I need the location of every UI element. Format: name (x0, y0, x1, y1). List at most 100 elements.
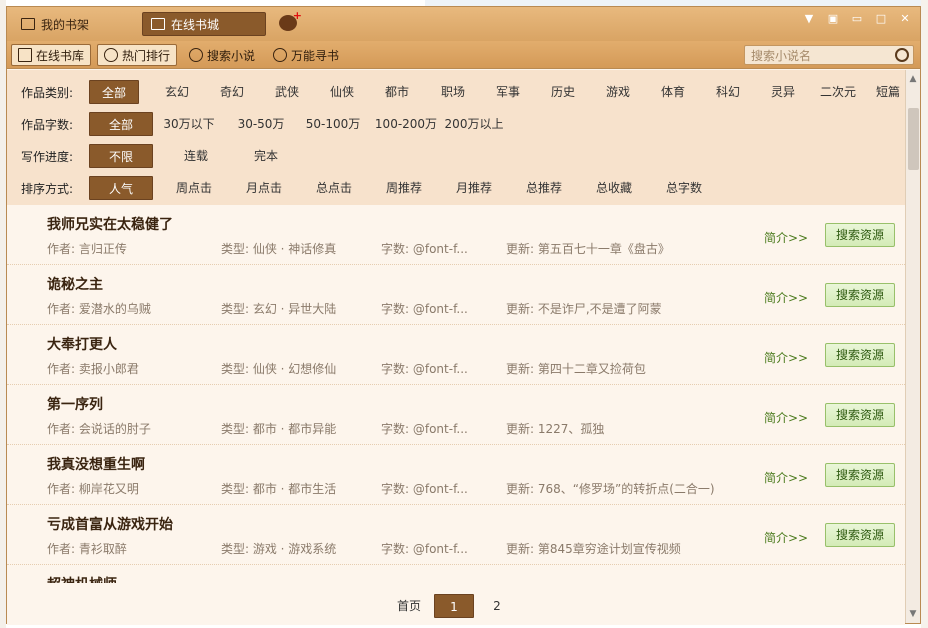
filter-option-category[interactable]: 武侠 (267, 80, 307, 104)
hot-ranking-button[interactable]: 热门排行 (97, 44, 178, 66)
reader-window: 我的书架 在线书城 ▼ ▣ ▭ □ ✕ 在线书库 热门排行 搜索小说 (6, 6, 921, 625)
book-title[interactable]: 诡秘之主 (47, 274, 103, 294)
book-author: 作者: 言归正传 (47, 242, 127, 256)
book-type: 类型: 游戏 · 游戏系统 (221, 542, 337, 556)
search-resource-button[interactable]: 搜索资源 (825, 343, 895, 367)
page-first[interactable]: 首页 (389, 594, 429, 618)
book-type: 类型: 都市 · 都市生活 (221, 482, 337, 496)
filter-option-wordcount[interactable]: 全部 (89, 112, 153, 136)
skin-icon[interactable]: ▣ (824, 11, 842, 27)
filter-option-wordcount[interactable]: 30-50万 (233, 112, 289, 136)
filter-option-wordcount[interactable]: 30万以下 (161, 112, 217, 136)
filter-option-category[interactable]: 游戏 (598, 80, 638, 104)
filter-option-progress[interactable]: 不限 (89, 144, 153, 168)
intro-link[interactable]: 简介>> (764, 409, 808, 426)
filter-option-category[interactable]: 仙侠 (322, 80, 362, 104)
filter-label-category: 作品类别: (21, 85, 74, 100)
filter-option-sort[interactable]: 人气 (89, 176, 153, 200)
book-words: 字数: @font-f... (381, 542, 468, 556)
add-feature-icon[interactable] (279, 9, 302, 31)
book-author: 作者: 爱潜水的乌贼 (47, 302, 151, 316)
search-resource-button[interactable]: 搜索资源 (825, 523, 895, 547)
book-row: 诡秘之主 作者: 爱潜水的乌贼 类型: 玄幻 · 异世大陆 字数: @font-… (7, 265, 905, 325)
filter-option-sort[interactable]: 周点击 (167, 176, 221, 200)
filter-option-sort[interactable]: 总点击 (307, 176, 361, 200)
filter-option-progress[interactable]: 完本 (241, 144, 291, 168)
search-resource-button[interactable]: 搜索资源 (825, 403, 895, 427)
online-library-button[interactable]: 在线书库 (11, 44, 92, 66)
filter-option-category[interactable]: 科幻 (708, 80, 748, 104)
filter-option-sort[interactable]: 周推荐 (377, 176, 431, 200)
book-title[interactable]: 亏成首富从游戏开始 (47, 514, 173, 534)
menu-icon[interactable]: ▼ (800, 11, 818, 27)
search-novel-button[interactable]: 搜索小说 (183, 44, 261, 66)
intro-link[interactable]: 简介>> (764, 349, 808, 366)
scroll-down-icon[interactable]: ▼ (908, 609, 918, 619)
filter-option-sort[interactable]: 月推荐 (447, 176, 501, 200)
magnifier-icon (189, 48, 203, 62)
bookshelf-icon (21, 18, 35, 30)
filter-option-sort[interactable]: 总字数 (657, 176, 711, 200)
search-resource-button[interactable]: 搜索资源 (825, 223, 895, 247)
scroll-up-icon[interactable]: ▲ (908, 74, 918, 84)
filter-option-category[interactable]: 全部 (89, 80, 139, 104)
book-update: 更新: 768、“修罗场”的转折点(二合一) (506, 482, 715, 496)
search-resource-button[interactable]: 搜索资源 (825, 463, 895, 487)
scroll-thumb[interactable] (908, 108, 919, 170)
search-resource-button[interactable]: 搜索资源 (825, 283, 895, 307)
book-author: 作者: 青衫取醉 (47, 542, 127, 556)
book-title[interactable]: 超神机械师 (47, 574, 117, 583)
title-bar: 我的书架 在线书城 ▼ ▣ ▭ □ ✕ (7, 7, 920, 41)
book-type: 类型: 都市 · 都市异能 (221, 422, 337, 436)
book-words: 字数: @font-f... (381, 422, 468, 436)
maximize-icon[interactable]: □ (872, 11, 890, 27)
filter-option-category[interactable]: 二次元 (813, 80, 863, 104)
page-2[interactable]: 2 (485, 594, 509, 618)
close-icon[interactable]: ✕ (896, 11, 914, 27)
filter-option-category[interactable]: 历史 (543, 80, 583, 104)
hand-icon (104, 48, 118, 62)
book-row: 第一序列 作者: 会说话的肘子 类型: 都市 · 都市异能 字数: @font-… (7, 385, 905, 445)
book-update: 更新: 第五百七十一章《盘古》 (506, 242, 670, 256)
desktop-right-edge (921, 0, 928, 628)
page-1[interactable]: 1 (434, 594, 474, 618)
search-input[interactable]: 搜索小说名 (744, 45, 914, 65)
filter-option-category[interactable]: 灵异 (763, 80, 803, 104)
search-placeholder: 搜索小说名 (751, 48, 812, 63)
book-title[interactable]: 我真没想重生啊 (47, 454, 145, 474)
book-title[interactable]: 我师兄实在太稳健了 (47, 214, 173, 234)
book-title[interactable]: 大奉打更人 (47, 334, 117, 354)
filter-option-wordcount[interactable]: 100-200万 (371, 112, 441, 136)
intro-link[interactable]: 简介>> (764, 229, 808, 246)
tab-my-shelf[interactable]: 我的书架 (13, 12, 97, 36)
universal-find-label: 万能寻书 (291, 48, 340, 63)
filter-option-sort[interactable]: 总收藏 (587, 176, 641, 200)
filter-option-category[interactable]: 短篇 (871, 80, 905, 104)
window-controls: ▼ ▣ ▭ □ ✕ (800, 11, 914, 27)
filter-option-category[interactable]: 职场 (433, 80, 473, 104)
filter-option-category[interactable]: 都市 (377, 80, 417, 104)
book-update: 更新: 第四十二章又捡荷包 (506, 362, 646, 376)
filter-option-category[interactable]: 军事 (488, 80, 528, 104)
filter-option-category[interactable]: 奇幻 (212, 80, 252, 104)
filter-option-progress[interactable]: 连载 (171, 144, 221, 168)
filter-option-sort[interactable]: 月点击 (237, 176, 291, 200)
intro-link[interactable]: 简介>> (764, 289, 808, 306)
tab-online-store[interactable]: 在线书城 (142, 12, 266, 36)
book-title[interactable]: 第一序列 (47, 394, 103, 414)
intro-link[interactable]: 简介>> (764, 469, 808, 486)
search-icon[interactable] (895, 48, 909, 62)
filter-option-wordcount[interactable]: 200万以上 (441, 112, 507, 136)
store-icon (151, 18, 165, 30)
filter-label-sort: 排序方式: (21, 181, 74, 196)
universal-find-button[interactable]: 万能寻书 (267, 44, 345, 66)
filter-option-wordcount[interactable]: 50-100万 (301, 112, 365, 136)
filter-row-progress: 写作进度: 不限 连载 完本 (21, 144, 905, 168)
filter-option-category[interactable]: 玄幻 (157, 80, 197, 104)
list-scrollbar[interactable]: ▲ ▼ (905, 70, 920, 623)
book-list: 我师兄实在太稳健了 作者: 言归正传 类型: 仙侠 · 神话修真 字数: @fo… (7, 205, 905, 583)
filter-option-sort[interactable]: 总推荐 (517, 176, 571, 200)
filter-option-category[interactable]: 体育 (653, 80, 693, 104)
minimize-icon[interactable]: ▭ (848, 11, 866, 27)
intro-link[interactable]: 简介>> (764, 529, 808, 546)
